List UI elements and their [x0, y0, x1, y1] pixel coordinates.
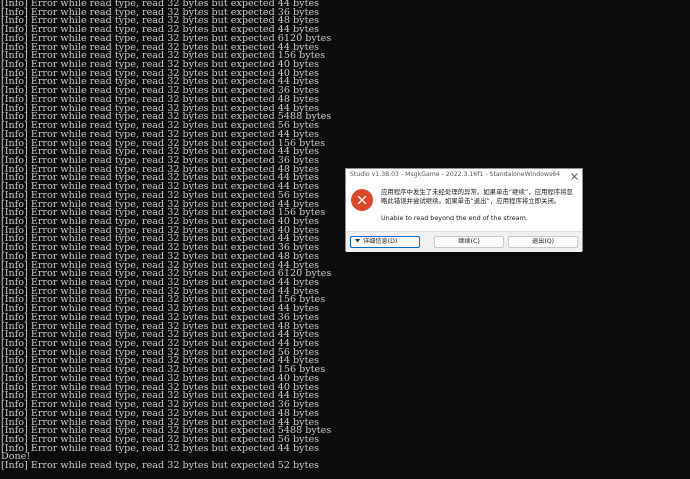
console-line: [Info] Error while read type, read 32 by… [1, 460, 320, 472]
exception-detail: Unable to read beyond the end of the str… [381, 214, 528, 222]
continue-button[interactable]: 继续(C) [434, 236, 504, 248]
dialog-titlebar[interactable]: Studio v1.38.03 - MsgkGame - 2022.3.16f1… [346, 169, 582, 182]
close-button[interactable] [568, 170, 580, 181]
close-icon [570, 173, 578, 180]
console-output: [Info] Error while read type, read 32 by… [1, 0, 331, 471]
dialog-button-bar: 详细信息(D) 继续(C) 退出(Q) [346, 231, 582, 252]
details-button-label: 详细信息(D) [363, 238, 398, 245]
console-line: [Info] Error while read type, read 32 by… [1, 442, 320, 454]
chevron-down-icon [351, 237, 363, 247]
dialog-message: 应用程序中发生了未经处理的异常。如果单击“继续”，应用程序将忽略此错误并尝试继续… [381, 188, 573, 205]
error-icon [351, 189, 373, 211]
dialog-title: Studio v1.38.03 - MsgkGame - 2022.3.16f1… [350, 171, 561, 178]
details-button[interactable]: 详细信息(D) [350, 236, 420, 248]
unhandled-exception-dialog: Studio v1.38.03 - MsgkGame - 2022.3.16f1… [345, 168, 583, 252]
quit-button[interactable]: 退出(Q) [508, 236, 578, 248]
